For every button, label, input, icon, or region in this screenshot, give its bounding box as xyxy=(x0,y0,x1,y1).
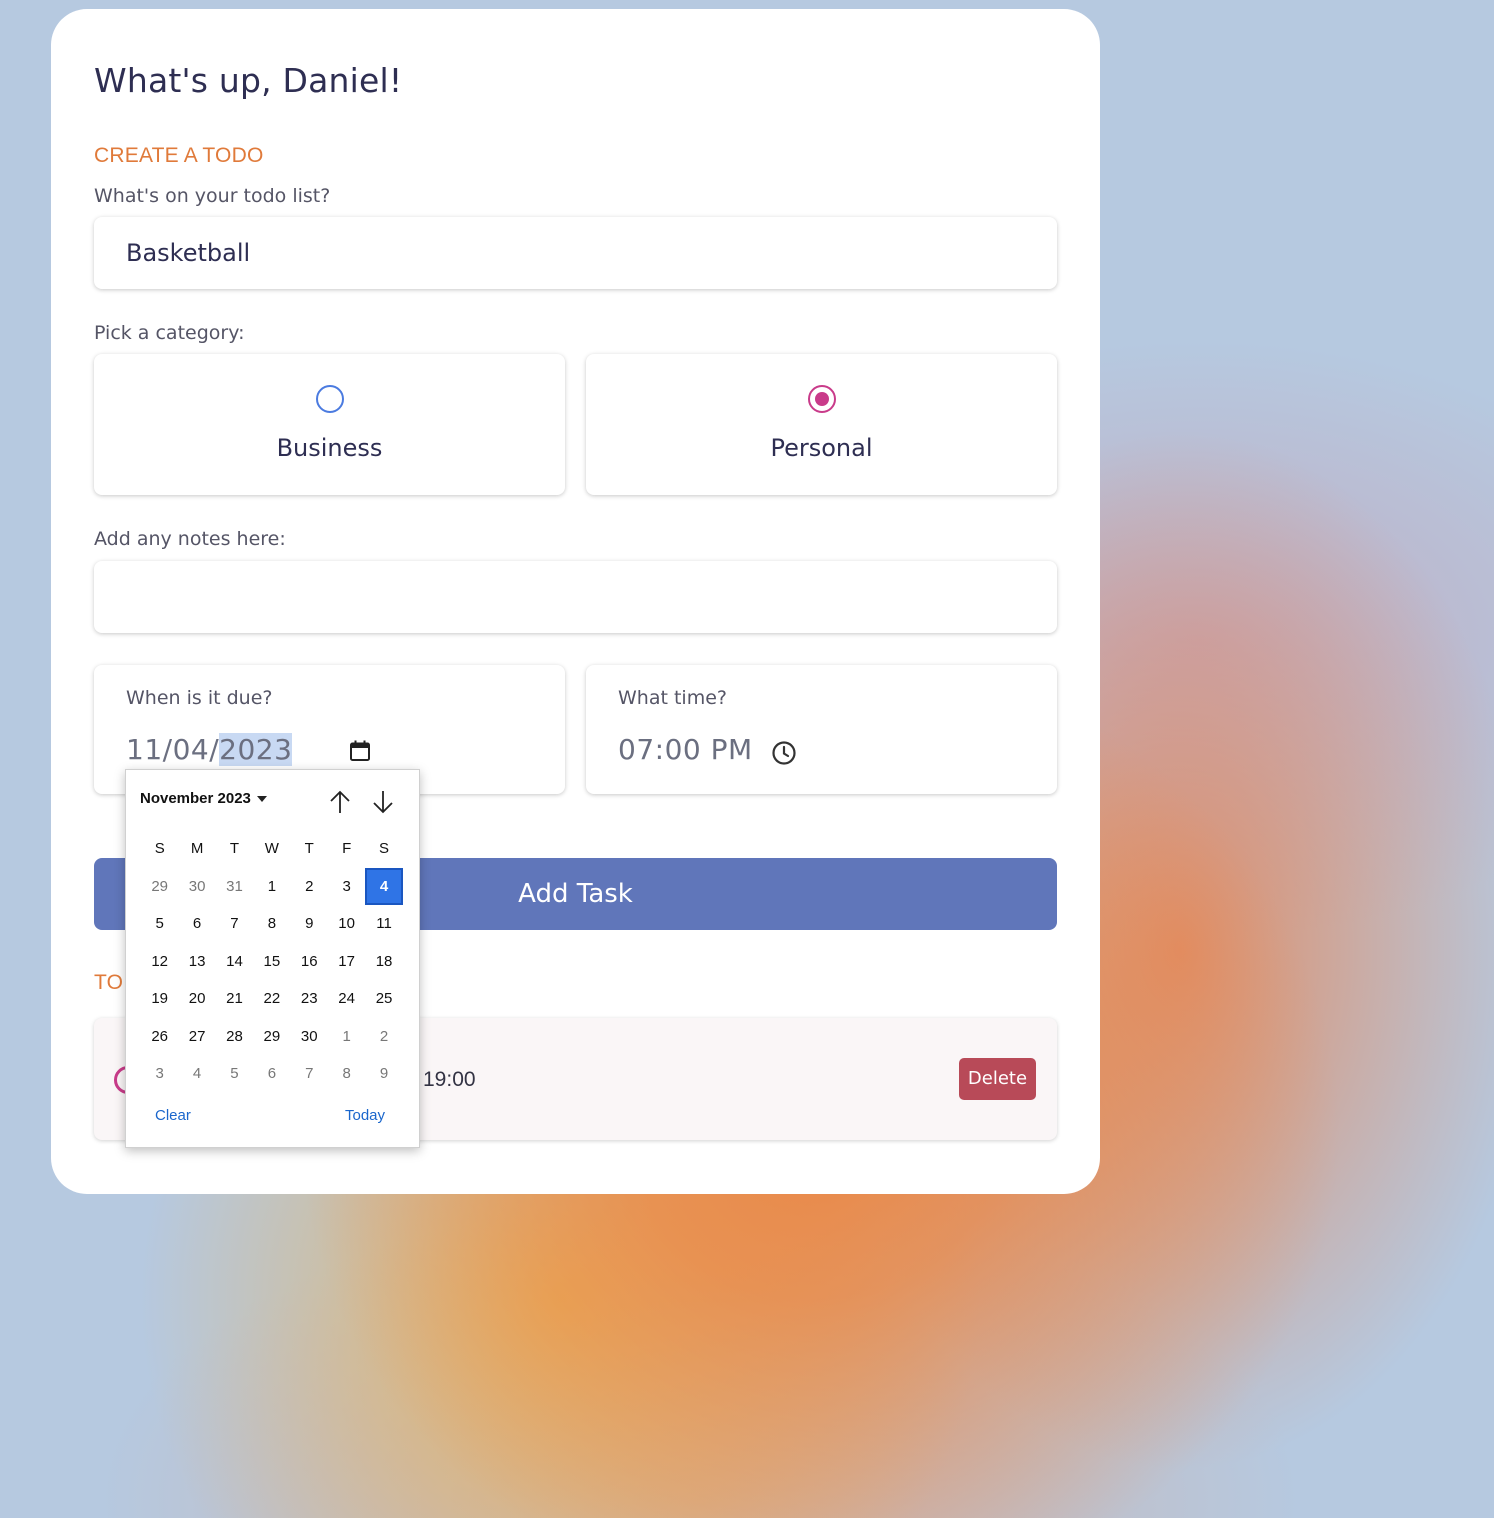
personal-label: Personal xyxy=(770,434,873,462)
calendar-day[interactable]: 1 xyxy=(253,868,290,906)
due-time-label: What time? xyxy=(618,687,727,709)
today-button[interactable]: Today xyxy=(345,1107,385,1124)
weekday-header: T xyxy=(304,840,314,857)
calendar-day[interactable]: 7 xyxy=(216,905,253,943)
due-date-input[interactable]: 11/04/2023 xyxy=(126,733,293,766)
notes-input[interactable] xyxy=(94,561,1057,633)
month-year-dropdown[interactable]: November 2023 xyxy=(140,790,267,807)
calendar-day[interactable]: 15 xyxy=(253,943,290,981)
calendar-day[interactable]: 24 xyxy=(328,980,365,1018)
business-radio[interactable] xyxy=(315,385,344,413)
date-year-selected[interactable]: 2023 xyxy=(219,733,293,766)
calendar-day[interactable]: 20 xyxy=(178,980,215,1018)
date-prefix: 11/04/ xyxy=(126,733,220,766)
calendar-day[interactable]: 30 xyxy=(291,1018,328,1056)
calendar-day[interactable]: 28 xyxy=(216,1018,253,1056)
weekday-header: S xyxy=(154,840,165,857)
calendar-day[interactable]: 6 xyxy=(253,1055,290,1093)
todo-list-section-title: TO xyxy=(94,971,124,994)
calendar-day[interactable]: 31 xyxy=(216,868,253,906)
due-time-card: What time? 07:00 PM xyxy=(586,665,1057,794)
clock-icon[interactable] xyxy=(771,740,797,766)
calendar-day[interactable]: 4 xyxy=(178,1055,215,1093)
calendar-day[interactable]: 22 xyxy=(253,980,290,1018)
todo-label: What's on your todo list? xyxy=(94,185,331,207)
calendar-day[interactable]: 12 xyxy=(141,943,178,981)
calendar-day[interactable]: 29 xyxy=(141,868,178,906)
calendar-day[interactable]: 1 xyxy=(328,1018,365,1056)
calendar-day[interactable]: 2 xyxy=(291,868,328,906)
calendar-day[interactable]: 16 xyxy=(291,943,328,981)
calendar-day[interactable]: 23 xyxy=(291,980,328,1018)
caret-down-icon xyxy=(256,796,267,803)
calendar-day[interactable]: 11 xyxy=(365,905,402,943)
due-time-input[interactable]: 07:00 PM xyxy=(618,733,753,766)
clear-button[interactable]: Clear xyxy=(155,1107,191,1124)
calendar-icon[interactable] xyxy=(349,740,371,762)
arrow-up-icon[interactable] xyxy=(327,788,353,816)
calendar-day[interactable]: 8 xyxy=(253,905,290,943)
calendar-day[interactable]: 29 xyxy=(253,1018,290,1056)
delete-button[interactable]: Delete xyxy=(959,1058,1036,1100)
calendar-day[interactable]: 3 xyxy=(328,868,365,906)
calendar-day[interactable]: 14 xyxy=(216,943,253,981)
calendar-grid: S M T W T F S 29 30 31 1 2 3 4 5 6 7 8 9 10 11 12 13 14 15 16 17 18… xyxy=(141,830,403,1093)
calendar-day[interactable]: 30 xyxy=(178,868,215,906)
calendar-day[interactable]: 7 xyxy=(291,1055,328,1093)
due-date-label: When is it due? xyxy=(126,687,273,709)
calendar-day[interactable]: 5 xyxy=(216,1055,253,1093)
calendar-day[interactable]: 27 xyxy=(178,1018,215,1056)
calendar-day[interactable]: 17 xyxy=(328,943,365,981)
calendar-day[interactable]: 13 xyxy=(178,943,215,981)
calendar-day-selected[interactable]: 4 xyxy=(365,867,403,905)
calendar-day[interactable]: 10 xyxy=(328,905,365,943)
category-option-personal[interactable]: Personal xyxy=(586,354,1057,495)
category-option-business[interactable]: Business xyxy=(94,354,565,495)
arrow-down-icon[interactable] xyxy=(370,788,396,816)
calendar-day[interactable]: 9 xyxy=(291,905,328,943)
weekday-header: W xyxy=(264,840,279,857)
date-picker-popup: November 2023 S M T W T F S 29 30 31 1 2 3 4 5 6 7 8 9 10 11… xyxy=(125,769,420,1148)
month-year-label: November 2023 xyxy=(140,790,251,807)
calendar-day[interactable]: 8 xyxy=(328,1055,365,1093)
weekday-header: M xyxy=(190,840,204,857)
create-section-title: CREATE A TODO xyxy=(94,144,264,167)
weekday-header: S xyxy=(379,840,390,857)
todo-time: 19:00 xyxy=(423,1068,476,1091)
todo-input[interactable]: Basketball xyxy=(94,217,1057,289)
calendar-day[interactable]: 2 xyxy=(365,1018,402,1056)
notes-label: Add any notes here: xyxy=(94,528,286,550)
calendar-day[interactable]: 18 xyxy=(365,943,402,981)
greeting-title: What's up, Daniel! xyxy=(94,61,403,100)
calendar-day[interactable]: 25 xyxy=(365,980,402,1018)
category-label: Pick a category: xyxy=(94,322,245,344)
weekday-header: F xyxy=(342,840,352,857)
calendar-day[interactable]: 26 xyxy=(141,1018,178,1056)
personal-radio[interactable] xyxy=(807,385,836,413)
calendar-day[interactable]: 21 xyxy=(216,980,253,1018)
business-label: Business xyxy=(276,434,383,462)
calendar-day[interactable]: 5 xyxy=(141,905,178,943)
calendar-day[interactable]: 3 xyxy=(141,1055,178,1093)
calendar-day[interactable]: 6 xyxy=(178,905,215,943)
calendar-day[interactable]: 19 xyxy=(141,980,178,1018)
weekday-header: T xyxy=(229,840,240,857)
calendar-day[interactable]: 9 xyxy=(365,1055,402,1093)
